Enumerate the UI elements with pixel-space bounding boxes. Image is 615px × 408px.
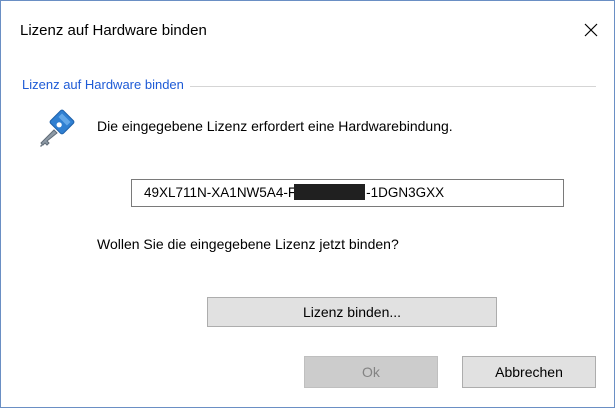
redacted-segment — [294, 184, 366, 200]
window-title: Lizenz auf Hardware binden — [20, 22, 207, 39]
key-icon — [40, 109, 75, 147]
group-legend: Lizenz auf Hardware binden — [22, 77, 190, 92]
dialog-body — [1, 59, 614, 407]
bind-license-button[interactable]: Lizenz binden... — [207, 297, 497, 327]
binding-required-message: Die eingegebene Lizenz erfordert eine Ha… — [97, 118, 453, 134]
license-key-suffix: -1DGN3GXX — [366, 185, 445, 200]
bind-question: Wollen Sie die eingegebene Lizenz jetzt … — [97, 236, 399, 252]
close-button[interactable] — [568, 1, 614, 59]
license-key-prefix: 49XL711N-XA1NW5A4-F — [144, 185, 297, 200]
close-icon — [584, 23, 598, 37]
group-divider — [190, 86, 596, 87]
cancel-button[interactable]: Abbrechen — [462, 356, 596, 388]
license-key-field[interactable]: 49XL711N-XA1NW5A4-F -1DGN3GXX — [131, 179, 564, 207]
title-bar: Lizenz auf Hardware binden — [1, 1, 614, 59]
ok-button[interactable]: Ok — [304, 356, 438, 388]
